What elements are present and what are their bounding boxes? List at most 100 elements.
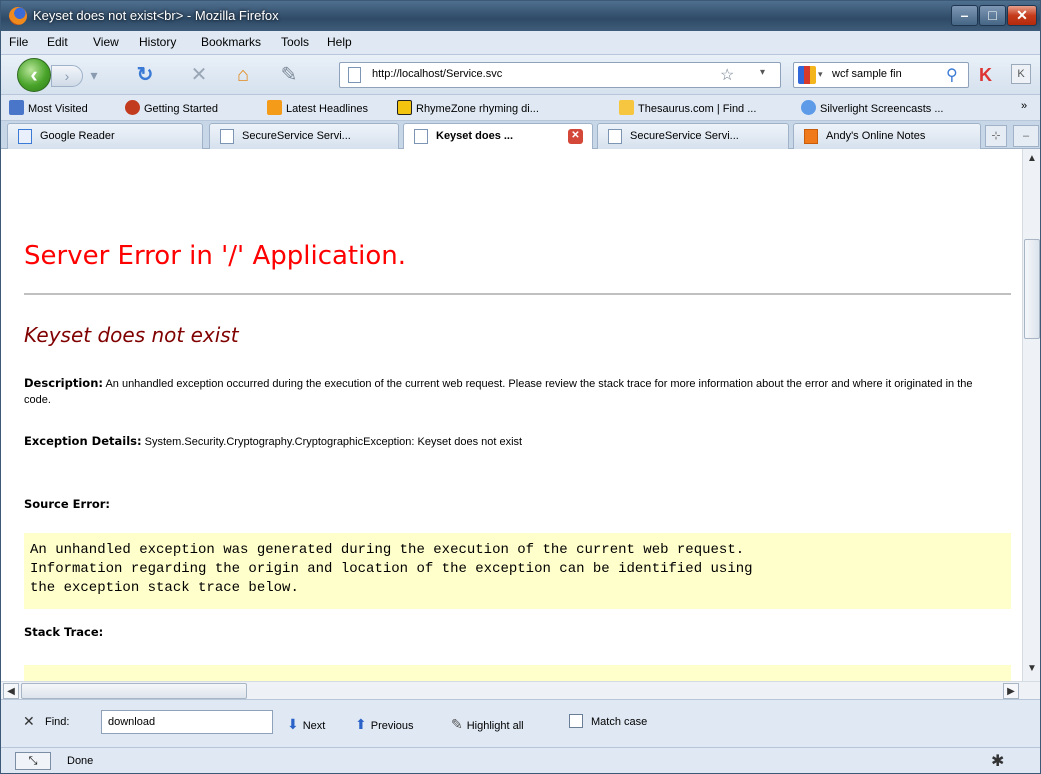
menu-file[interactable]: File bbox=[9, 35, 28, 49]
match-case-label[interactable]: Match case bbox=[591, 716, 647, 728]
blogger-icon bbox=[804, 129, 818, 144]
tab-andys-notes[interactable]: Andy's Online Notes bbox=[793, 123, 981, 149]
search-bar[interactable]: ▾ wcf sample fin ⚲ bbox=[793, 62, 969, 88]
extension-icon[interactable]: K bbox=[1011, 64, 1031, 84]
stack-trace-heading: Stack Trace: bbox=[24, 625, 104, 639]
description-label: Description: bbox=[24, 376, 103, 390]
tab-secureservice-1[interactable]: SecureService Servi... bbox=[209, 123, 399, 149]
tab-label: Andy's Online Notes bbox=[826, 130, 926, 142]
rss-icon bbox=[267, 100, 282, 115]
vertical-scroll-thumb[interactable] bbox=[1024, 239, 1040, 339]
reload-icon[interactable]: ↻ bbox=[133, 63, 157, 87]
status-icon[interactable]: ⤡ bbox=[15, 752, 51, 770]
tab-bar: Google Reader SecureService Servi... Key… bbox=[1, 121, 1040, 150]
silverlight-icon bbox=[801, 100, 816, 115]
scroll-up-icon[interactable]: ▲ bbox=[1024, 151, 1040, 167]
find-bar: ✕ Find: download ⬇ Next ⬆ Previous ✎ Highli… bbox=[1, 699, 1040, 747]
bookmark-most-visited[interactable]: Most Visited bbox=[9, 100, 88, 115]
close-button[interactable]: ✕ bbox=[1007, 5, 1037, 26]
bookmark-thesaurus[interactable]: Thesaurus.com | Find ... bbox=[619, 100, 756, 115]
scroll-left-icon[interactable]: ◀ bbox=[3, 683, 19, 699]
history-dropdown-button[interactable]: ▾ bbox=[85, 65, 103, 87]
bookmark-rhymezone[interactable]: RhymeZone rhyming di... bbox=[397, 100, 539, 115]
close-icon: ✕ bbox=[1016, 7, 1028, 23]
rhymezone-icon bbox=[397, 100, 412, 115]
tab-keyset[interactable]: Keyset does ... ✕ bbox=[403, 123, 593, 150]
match-case-checkbox[interactable] bbox=[569, 714, 583, 728]
scroll-right-icon[interactable]: ▶ bbox=[1003, 683, 1019, 699]
url-bar[interactable]: http://localhost/Service.svc ☆ ▾ bbox=[339, 62, 781, 88]
find-input[interactable]: download bbox=[101, 710, 273, 734]
highlight-all-label: Highlight all bbox=[466, 720, 524, 732]
engine-dropdown-icon[interactable]: ▾ bbox=[818, 69, 823, 80]
search-icon[interactable]: ⚲ bbox=[946, 65, 958, 85]
description: Description: An unhandled exception occu… bbox=[24, 375, 994, 408]
tab-label: SecureService Servi... bbox=[242, 130, 351, 142]
forward-button[interactable]: › bbox=[51, 65, 83, 87]
firefox-icon bbox=[9, 7, 27, 25]
find-next-label: Next bbox=[302, 720, 326, 732]
highlight-all-button[interactable]: ✎ Highlight all bbox=[451, 716, 524, 733]
firebug-icon[interactable]: ✱ bbox=[991, 751, 1004, 771]
close-find-icon[interactable]: ✕ bbox=[23, 713, 35, 730]
menu-view[interactable]: View bbox=[93, 35, 119, 49]
menu-history[interactable]: History bbox=[139, 35, 176, 49]
url-text[interactable]: http://localhost/Service.svc bbox=[372, 68, 502, 80]
tab-label: Keyset does ... bbox=[436, 130, 514, 142]
page-icon bbox=[608, 129, 622, 144]
browser-window: Keyset does not exist<br> - Mozilla Fire… bbox=[0, 0, 1041, 774]
maximize-button[interactable]: □ bbox=[979, 5, 1006, 26]
star-icon[interactable]: ☆ bbox=[720, 65, 734, 85]
bookmark-silverlight[interactable]: Silverlight Screencasts ... bbox=[801, 100, 944, 115]
find-previous-button[interactable]: ⬆ Previous bbox=[355, 716, 414, 733]
horizontal-scroll-thumb[interactable] bbox=[21, 683, 247, 699]
thesaurus-icon bbox=[619, 100, 634, 115]
k-extension-icon[interactable]: K bbox=[979, 65, 992, 86]
back-button[interactable]: ‹ bbox=[17, 58, 51, 92]
bookmark-page-icon[interactable]: ✎ bbox=[277, 63, 301, 87]
minimize-icon: – bbox=[960, 7, 969, 23]
navigation-toolbar: › ‹ ▾ ↻ ✕ ⌂ ✎ http://localhost/Service.s… bbox=[1, 55, 1040, 95]
page-content: Server Error in '/' Application. Keyset … bbox=[1, 149, 1022, 681]
all-tabs-button[interactable]: – bbox=[1013, 125, 1039, 147]
search-input[interactable]: wcf sample fin bbox=[832, 68, 942, 80]
error-title: Server Error in '/' Application. bbox=[24, 241, 406, 271]
menu-bookmarks[interactable]: Bookmarks bbox=[201, 35, 261, 49]
vertical-scrollbar[interactable]: ▲ ▼ bbox=[1022, 149, 1040, 681]
search-engine-icon[interactable] bbox=[798, 66, 816, 84]
exception-details: Exception Details: System.Security.Crypt… bbox=[24, 433, 994, 450]
exception-label: Exception Details: bbox=[24, 434, 142, 448]
bookmark-latest-headlines[interactable]: Latest Headlines bbox=[267, 100, 368, 115]
horizontal-scrollbar[interactable]: ◀ ▶ bbox=[1, 681, 1040, 699]
page-icon bbox=[220, 129, 234, 144]
home-icon[interactable]: ⌂ bbox=[231, 63, 255, 87]
maximize-icon: □ bbox=[988, 7, 997, 23]
menu-tools[interactable]: Tools bbox=[281, 35, 309, 49]
scroll-down-icon[interactable]: ▼ bbox=[1024, 661, 1040, 677]
bookmark-getting-started[interactable]: Getting Started bbox=[125, 100, 218, 115]
google-reader-icon bbox=[18, 129, 32, 144]
bookmark-label: Silverlight Screencasts ... bbox=[820, 103, 944, 115]
exception-text: System.Security.Cryptography.Cryptograph… bbox=[144, 436, 523, 448]
tab-secureservice-2[interactable]: SecureService Servi... bbox=[597, 123, 789, 149]
bookmark-label: Latest Headlines bbox=[286, 103, 368, 115]
stop-icon[interactable]: ✕ bbox=[187, 63, 211, 87]
close-tab-icon[interactable]: ✕ bbox=[568, 129, 583, 144]
tab-label: SecureService Servi... bbox=[630, 130, 739, 142]
find-next-button[interactable]: ⬇ Next bbox=[287, 716, 325, 733]
chevron-down-icon: ▾ bbox=[90, 67, 98, 83]
bookmarks-overflow-button[interactable]: » bbox=[1021, 100, 1027, 112]
minimize-button[interactable]: – bbox=[951, 5, 978, 26]
tab-scroll-icon[interactable]: ⊹ bbox=[985, 125, 1007, 147]
source-error-heading: Source Error: bbox=[24, 497, 111, 511]
status-bar: ⤡ Done ✱ bbox=[1, 747, 1040, 773]
url-dropdown-icon[interactable]: ▾ bbox=[760, 67, 765, 78]
bookmark-label: Most Visited bbox=[28, 103, 88, 115]
window-title: Keyset does not exist<br> - Mozilla Fire… bbox=[33, 8, 279, 23]
menu-bar: File Edit View History Bookmarks Tools H… bbox=[1, 31, 1040, 55]
divider bbox=[24, 293, 1011, 295]
menu-edit[interactable]: Edit bbox=[47, 35, 68, 49]
tab-label: Google Reader bbox=[40, 130, 115, 142]
menu-help[interactable]: Help bbox=[327, 35, 352, 49]
tab-google-reader[interactable]: Google Reader bbox=[7, 123, 203, 149]
